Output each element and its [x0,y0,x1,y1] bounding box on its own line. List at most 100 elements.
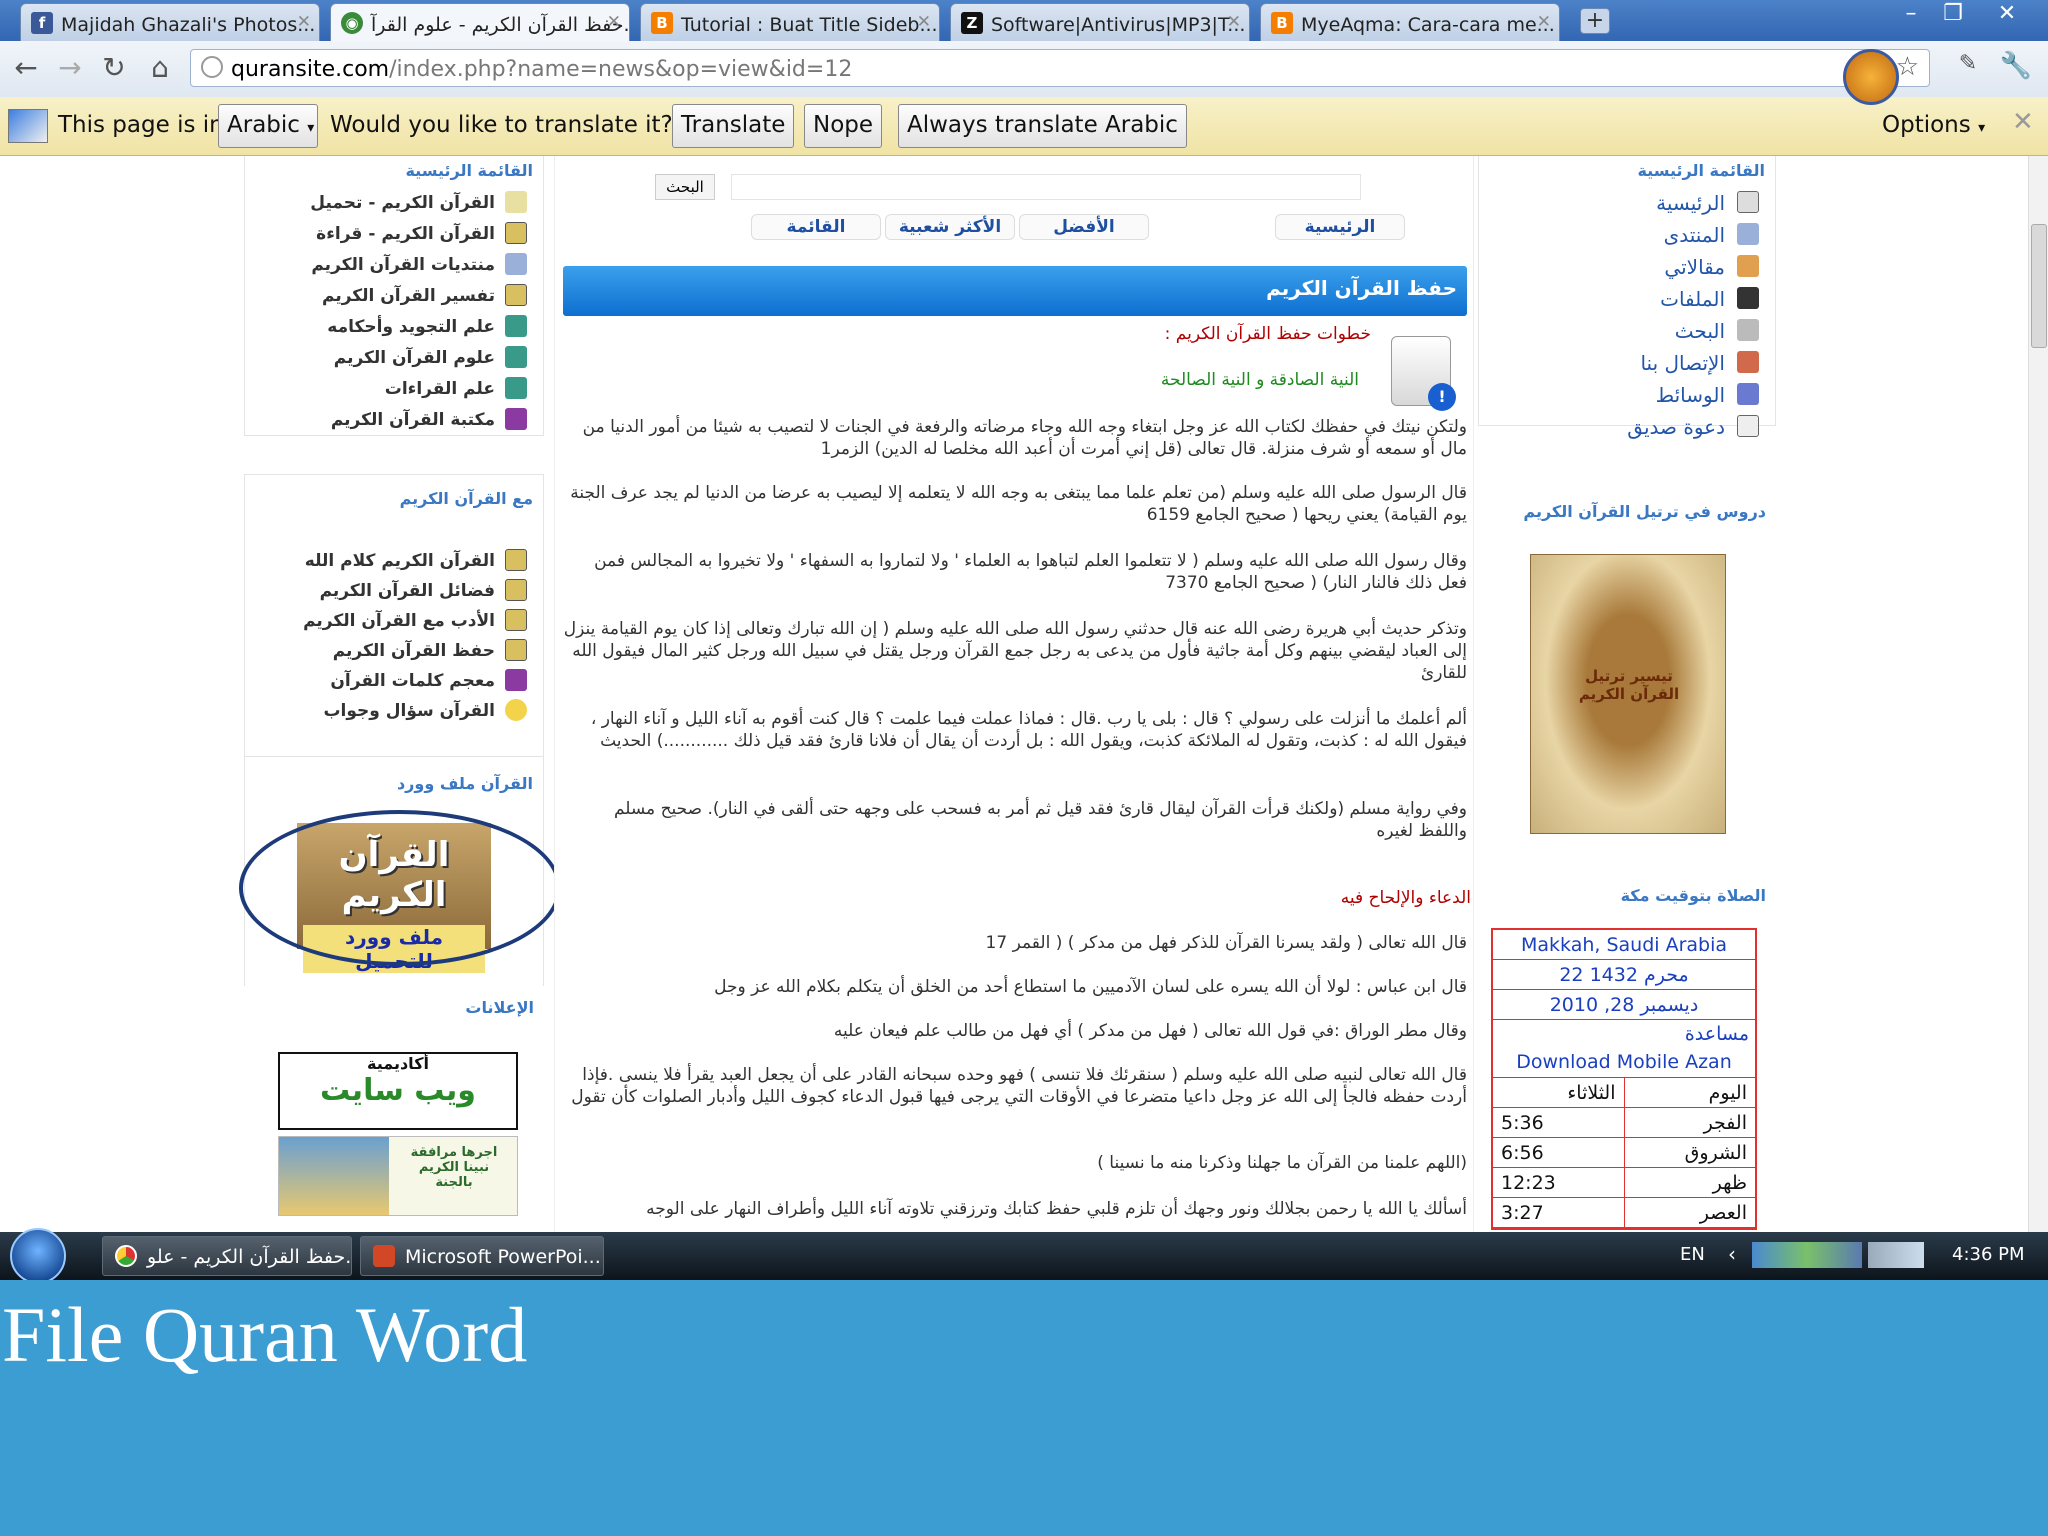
wrench-icon[interactable]: 🔧 [1998,51,2034,81]
search-input[interactable] [731,174,1361,200]
close-icon[interactable]: ✕ [917,12,931,32]
menu-item[interactable]: القرآن الكريم - قراءة [316,224,495,244]
slide-caption: File Quran Word [0,1280,2048,1536]
tab-facebook[interactable]: f Majidah Ghazali's Photos... ✕ [20,3,320,41]
scrollbar-thumb[interactable] [2031,224,2047,348]
menu-item[interactable]: مكتبة القرآن الكريم [331,410,495,430]
taskbar-item-chrome[interactable]: حفظ القرآن الكريم - علو... [102,1236,352,1276]
menu-item[interactable]: فضائل القرآن الكريم [320,581,495,601]
nav-item-search[interactable]: البحث [1675,319,1725,343]
book-cover-image[interactable]: تيسير ترتيل القرآن الكريم [1530,554,1726,834]
menu-item[interactable]: منتديات القرآن الكريم [311,255,495,275]
speaker-icon [505,191,527,213]
reload-icon[interactable]: ↻ [96,51,132,84]
language-select[interactable]: Arabic ▾ [218,104,318,148]
browser-tab-strip: f Majidah Ghazali's Photos... ✕ ◉ حفظ ال… [0,0,2048,41]
back-icon[interactable]: ← [8,51,44,84]
tray-icons[interactable] [1752,1242,1862,1268]
new-tab-button[interactable]: + [1580,8,1610,34]
menu-item[interactable]: تفسير القرآن الكريم [322,286,495,306]
nope-button[interactable]: Nope [804,104,883,148]
menu-item[interactable]: حفظ القرآن الكريم [333,641,495,661]
tab-label: MyeAqma: Cara-cara me... [1301,14,1555,36]
tab-myeaqma[interactable]: B MyeAqma: Cara-cara me... ✕ [1260,3,1560,41]
ad-banner-child[interactable]: اجرها مرافقة نبينا الكريم بالجنة [278,1136,518,1216]
menu-item[interactable]: القرآن الكريم - تحميل [310,193,495,213]
articles-icon [1737,255,1759,277]
prayer-value: 5:36 [1493,1108,1625,1137]
page-icon [201,56,223,78]
forward-icon[interactable]: → [52,51,88,84]
options-menu[interactable]: Options ▾ [1882,112,1985,138]
tab-best[interactable]: الأفضل [1019,214,1149,240]
tab-list[interactable]: القائمة [751,214,881,240]
tab-tutorial[interactable]: B Tutorial : Buat Title Sideb... ✕ [640,3,940,41]
address-bar[interactable]: quransite.com/index.php?name=news&op=vie… [190,49,1930,87]
prayer-heading: الدعاء والإلحاح فيه [1340,888,1471,908]
nav-item-articles[interactable]: مقالاتي [1664,255,1725,279]
nav-item-invite[interactable]: دعوة صديق [1627,415,1725,439]
download-azan-link[interactable]: Download Mobile Azan [1493,1048,1755,1076]
always-translate-button[interactable]: Always translate Arabic [898,104,1187,148]
nav-item-files[interactable]: الملفات [1660,287,1725,311]
start-button[interactable] [10,1228,66,1284]
search-button[interactable]: البحث [655,174,715,200]
close-icon[interactable]: ✕ [607,12,621,32]
close-icon[interactable]: ✕ [297,12,311,32]
menu-item[interactable]: علم القراءات [385,379,495,399]
close-icon[interactable]: ✕ [1227,12,1241,32]
close-icon[interactable]: ✕ [1537,12,1551,32]
book-purple-icon [505,408,527,430]
tab-quran[interactable]: ◉ حفظ القرآن الكريم - علوم القرآ... ✕ [330,3,630,41]
paragraph: ولتكن نيتك في حفظك لكتاب الله عز وجل ابت… [582,417,1467,459]
menu-item[interactable]: علم التجويد وأحكامه [327,317,495,337]
close-icon[interactable]: ✕ [2012,107,2034,137]
taskbar-item-powerpoint[interactable]: Microsoft PowerPoi... [360,1236,604,1276]
prayer-value: 6:56 [1493,1138,1625,1167]
volume-network-icons[interactable] [1868,1242,1924,1268]
close-window-icon[interactable]: ✕ [1988,0,2026,30]
nav-item-forum[interactable]: المنتدى [1664,223,1725,247]
ad-title: ويب سايت [320,1073,476,1108]
restore-icon[interactable]: ❐ [1934,0,1972,30]
paragraph: وقال رسول الله صلى الله عليه وسلم ( لا ت… [594,551,1467,593]
translate-button[interactable]: Translate [672,104,795,148]
chevron-left-icon[interactable]: ‹ [1728,1242,1736,1266]
nav-item-home[interactable]: الرئيسية [1656,191,1725,215]
contact-icon [1737,351,1759,373]
nav-item-media[interactable]: الوسائط [1656,383,1725,407]
document-icon [505,609,527,631]
box-title: القرآن ملف وورد [396,774,533,793]
tab-label: Software|Antivirus|MP3|T... [991,14,1246,36]
minimize-icon[interactable]: – [1892,0,1930,30]
menu-item[interactable]: معجم كلمات القرآن [330,671,495,691]
tab-popular[interactable]: الأكثر شعبية [885,214,1015,240]
star-icon[interactable]: ☆ [1896,52,1919,82]
caption-text: File Quran Word [2,1291,528,1378]
menu-item[interactable]: الأدب مع القرآن الكريم [303,611,495,631]
extension-icon[interactable] [1843,49,1899,105]
paragraph: أسألك يا الله يا رحمن بجلالك ونور وجهك أ… [646,1199,1467,1219]
globe-icon: ◉ [341,12,363,34]
clock[interactable]: 4:36 PM [1952,1244,2025,1265]
help-link[interactable]: مساعدة [1493,1020,1755,1048]
info-icon: ! [1428,383,1456,411]
search-icon [1737,319,1759,341]
chevron-down-icon: ▾ [1978,120,1986,136]
page-scrollbar[interactable] [2028,156,2048,1232]
home-icon[interactable]: ⌂ [142,51,178,84]
language-indicator[interactable]: EN [1680,1244,1705,1265]
page-menu-icon[interactable]: ✎ [1950,51,1986,76]
menu-item[interactable]: القرآن سؤال وجواب [323,701,495,721]
menu-item[interactable]: القرآن الكريم كلام الله [305,551,495,571]
menu-item[interactable]: علوم القرآن الكريم [334,348,495,368]
book-icon [505,346,527,368]
tab-home[interactable]: الرئيسية [1275,214,1405,240]
chrome-icon [115,1245,137,1267]
options-label: Options [1882,112,1971,138]
disk-icon [1737,287,1759,309]
tab-software[interactable]: Z Software|Antivirus|MP3|T... ✕ [950,3,1250,41]
ad-banner-academy[interactable]: أكاديمية ويب سايت [278,1052,518,1130]
prayer-row: 3:27 العصر [1493,1198,1755,1228]
nav-item-contact[interactable]: الإتصال بنا [1640,351,1725,375]
